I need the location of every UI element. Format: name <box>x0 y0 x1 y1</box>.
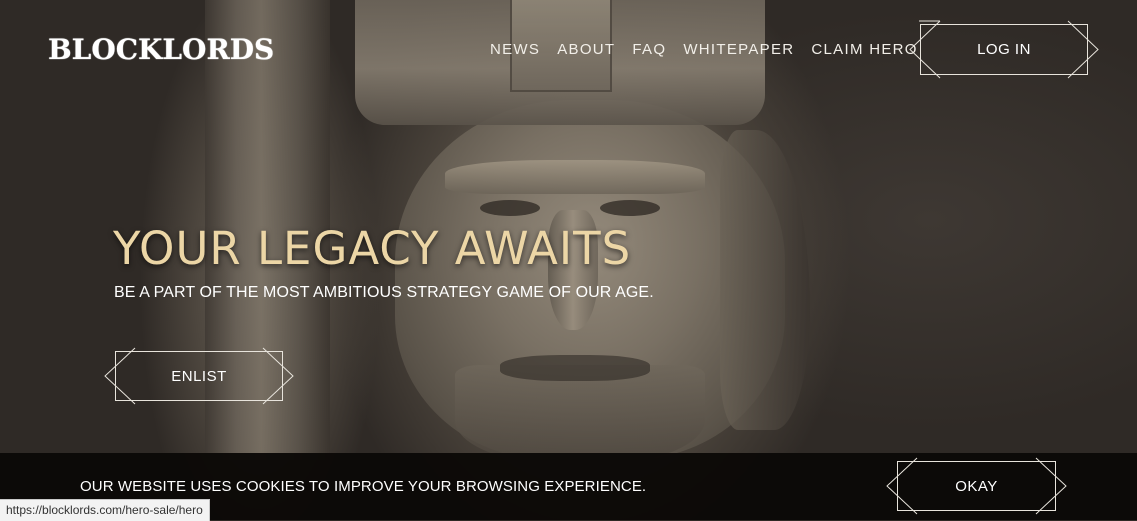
cookie-message: OUR WEBSITE USES COOKIES TO IMPROVE YOUR… <box>80 478 647 495</box>
nav-claim-hero[interactable]: CLAIM HERO <box>811 41 917 58</box>
button-frame-ornament <box>909 20 1099 79</box>
statue-brow <box>445 160 705 194</box>
main-nav: NEWS ABOUT FAQ WHITEPAPER CLAIM HERO <box>490 41 935 58</box>
nav-whitepaper[interactable]: WHITEPAPER <box>683 41 794 58</box>
okay-button[interactable]: OKAY <box>886 457 1067 515</box>
nav-about[interactable]: ABOUT <box>557 41 615 58</box>
enlist-button[interactable]: ENLIST <box>104 347 294 405</box>
hero-title: YOUR LEGACY AWAITS <box>113 222 632 275</box>
site-logo[interactable]: BLOCKLORDS <box>48 33 274 66</box>
login-button[interactable]: LOG IN <box>909 20 1099 79</box>
statue-mouth <box>500 355 650 381</box>
statue-shadow <box>720 130 810 430</box>
hero-subtitle: BE A PART OF THE MOST AMBITIOUS STRATEGY… <box>114 284 654 301</box>
nav-faq[interactable]: FAQ <box>632 41 666 58</box>
status-bar-url: https://blocklords.com/hero-sale/hero <box>0 499 210 521</box>
nav-news[interactable]: NEWS <box>490 41 540 58</box>
statue-eye-left <box>480 200 540 216</box>
statue-eye-right <box>600 200 660 216</box>
button-frame-ornament <box>886 457 1067 515</box>
button-frame-ornament <box>104 347 294 405</box>
